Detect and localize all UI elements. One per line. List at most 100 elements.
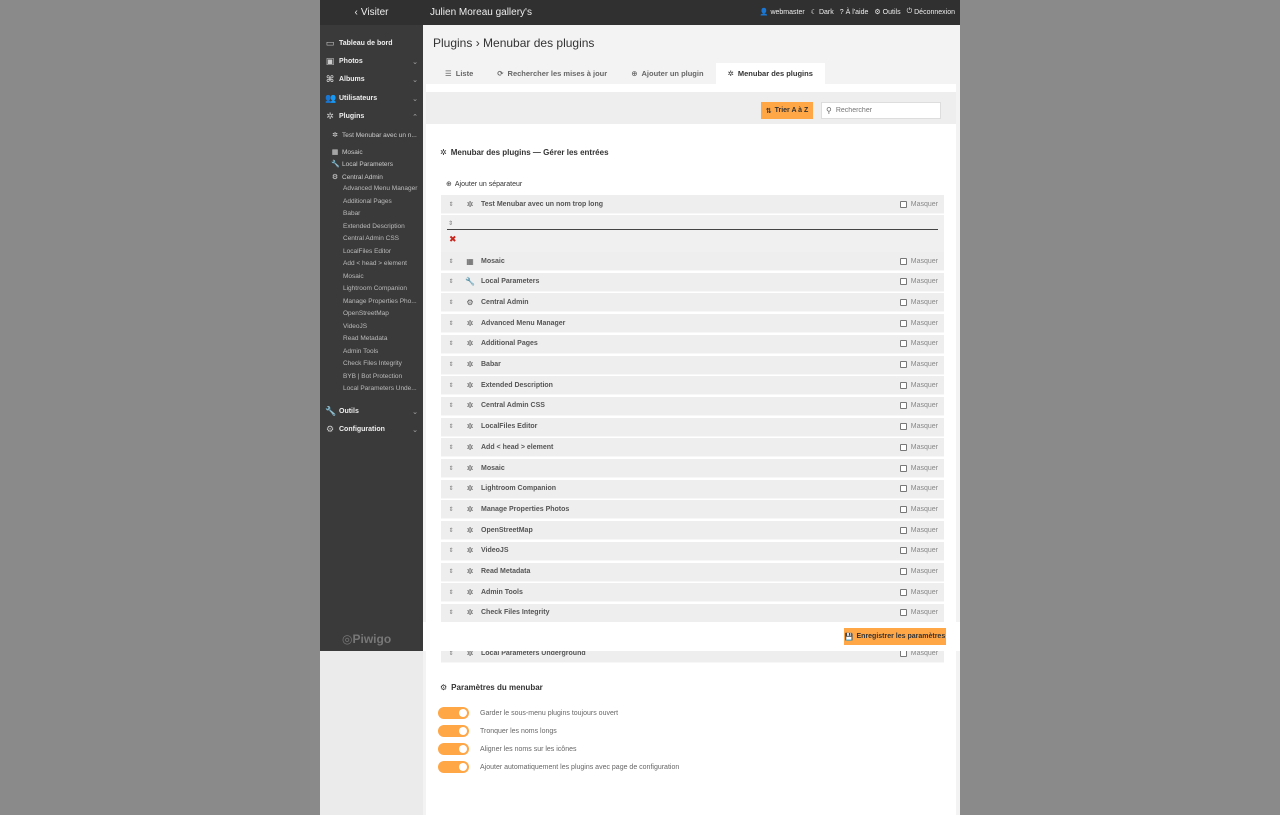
entry-row[interactable]: ⇕ ✲ Admin Tools Masquer [441, 583, 944, 603]
entry-row[interactable]: ⇕ ✲ Advanced Menu Manager Masquer [441, 314, 944, 334]
entry-row[interactable]: ⇕ ✲ Central Admin CSS Masquer [441, 396, 944, 416]
entry-row[interactable]: ⇕ ✲ Manage Properties Photos Masquer [441, 500, 944, 520]
help-link[interactable]: ? À l'aide [840, 8, 869, 16]
toggle-switch[interactable] [438, 761, 469, 773]
mask-checkbox[interactable] [899, 588, 907, 596]
drag-handle-icon[interactable]: ⇕ [441, 201, 461, 208]
drag-handle-icon[interactable]: ⇕ [441, 444, 461, 451]
drag-handle-icon[interactable]: ⇕ [441, 485, 461, 492]
tab-add-plugin[interactable]: ⊕ Ajouter un plugin [619, 63, 715, 84]
sidebar-sub-item[interactable]: OpenStreetMap [343, 310, 389, 317]
sidebar-sub-item[interactable]: Additional Pages [343, 198, 392, 205]
sidebar-plugin-item[interactable]: ⚙ Central Admin [331, 173, 383, 182]
sidebar-plugin-item[interactable]: ▦ Mosaic [331, 148, 363, 157]
mask-checkbox[interactable] [899, 423, 907, 431]
logout-link[interactable]: ⏻ Déconnexion [907, 8, 955, 16]
drag-handle-icon[interactable]: ⇕ [441, 547, 461, 554]
entry-row[interactable]: ⇕ ✲ Mosaic Masquer [441, 459, 944, 478]
mask-checkbox[interactable] [899, 257, 907, 265]
tab-updates[interactable]: ⟳ Rechercher les mises à jour [485, 63, 619, 84]
tab-menubar[interactable]: ✲ Menubar des plugins [715, 63, 825, 84]
toggle-switch[interactable] [438, 725, 469, 737]
mask-checkbox[interactable] [899, 526, 907, 534]
sidebar-sub-item[interactable]: Local Parameters Unde... [343, 385, 417, 392]
mask-checkbox[interactable] [899, 547, 907, 555]
delete-icon[interactable]: ✖ [449, 234, 457, 245]
drag-handle-icon[interactable]: ⇕ [441, 361, 461, 368]
sidebar-sub-item[interactable]: Add < head > element [343, 260, 407, 267]
sidebar-sub-item[interactable]: Advanced Menu Manager [343, 185, 417, 192]
entry-row[interactable]: ⇕ ✲ Lightroom Companion Masquer [441, 479, 944, 499]
toggle-switch[interactable] [438, 707, 469, 719]
entry-row[interactable]: ⇕ ✲ VideoJS Masquer [441, 541, 944, 561]
mask-checkbox[interactable] [899, 609, 907, 617]
sidebar-item-tools[interactable]: 🔧 Outils ⌄ [325, 406, 418, 417]
entry-row[interactable]: ⇕ ✲ LocalFiles Editor Masquer [441, 417, 944, 437]
drag-handle-icon[interactable]: ⇕ [441, 609, 461, 616]
sidebar-item-configuration[interactable]: ⚙ Configuration ⌄ [325, 424, 418, 435]
mask-checkbox[interactable] [899, 298, 907, 306]
drag-handle-icon[interactable]: ⇕ [441, 382, 461, 389]
dark-toggle[interactable]: ☾ Dark [811, 8, 834, 17]
sidebar-sub-item[interactable]: Lightroom Companion [343, 285, 407, 292]
drag-handle-icon[interactable]: ⇕ [441, 589, 461, 596]
mask-checkbox[interactable] [899, 464, 907, 472]
sidebar-item-users[interactable]: 👥 Utilisateurs ⌄ [325, 93, 418, 104]
entry-row[interactable]: ⇕ ▦ Mosaic Masquer [441, 252, 944, 271]
mask-checkbox[interactable] [899, 319, 907, 327]
drag-handle-icon[interactable]: ⇕ [441, 465, 461, 472]
entry-row[interactable]: ⇕ ✲ Additional Pages Masquer [441, 334, 944, 354]
drag-handle-icon[interactable]: ⇕ [441, 402, 461, 409]
drag-handle-icon[interactable]: ⇕ [441, 299, 461, 306]
sidebar-item-photos[interactable]: ▣ Photos ⌄ [325, 56, 418, 67]
drag-handle-icon[interactable]: ⇕ [441, 320, 461, 327]
sidebar-plugin-item[interactable]: 🔧 Local Parameters [331, 160, 393, 169]
entry-row[interactable]: ⇕ ✲ Add < head > element Masquer [441, 438, 944, 458]
entry-row[interactable]: ⇕ ✲ Test Menubar avec un nom trop long Masq… [441, 195, 944, 214]
tools-link[interactable]: ⚙ Outils [874, 8, 900, 17]
mask-checkbox[interactable] [899, 443, 907, 451]
sidebar-sub-item[interactable]: Mosaic [343, 273, 364, 280]
sidebar-sub-item[interactable]: Admin Tools [343, 348, 378, 355]
drag-handle-icon[interactable]: ⇕ [441, 568, 461, 575]
mask-checkbox[interactable] [899, 340, 907, 348]
drag-handle-icon[interactable]: ⇕ [441, 278, 461, 285]
toggle-switch[interactable] [438, 743, 469, 755]
drag-handle-icon[interactable]: ⇕ [448, 220, 453, 227]
sidebar-sub-item[interactable]: Babar [343, 210, 360, 217]
save-button[interactable]: 💾 Enregistrer les paramètres [844, 628, 946, 645]
sidebar-item-plugins[interactable]: ✲ Plugins ⌃ [325, 111, 418, 122]
visit-link[interactable]: ‹ Visiter [320, 0, 423, 25]
add-separator-link[interactable]: ⊕ Ajouter un séparateur [446, 180, 522, 189]
sidebar-sub-item[interactable]: Read Metadata [343, 335, 387, 342]
sidebar-sub-item[interactable]: BYB | Bot Protection [343, 373, 402, 380]
drag-handle-icon[interactable]: ⇕ [441, 506, 461, 513]
drag-handle-icon[interactable]: ⇕ [441, 258, 461, 265]
sort-az-button[interactable]: ⇅ Trier A à Z [761, 102, 813, 119]
entry-row[interactable]: ⇕ ✲ OpenStreetMap Masquer [441, 521, 944, 541]
separator-entry[interactable]: ⇕ ✖ [441, 215, 944, 253]
sidebar-plugin-item[interactable]: ✲ Test Menubar avec un n... [331, 131, 417, 140]
sidebar-sub-item[interactable]: Extended Description [343, 223, 405, 230]
entry-row[interactable]: ⇕ ✲ Babar Masquer [441, 355, 944, 375]
sidebar-sub-item[interactable]: Central Admin CSS [343, 235, 399, 242]
drag-handle-icon[interactable]: ⇕ [441, 340, 461, 347]
mask-checkbox[interactable] [899, 402, 907, 410]
mask-checkbox[interactable] [899, 361, 907, 368]
sidebar-item-albums[interactable]: ⌘ Albums ⌄ [325, 74, 418, 85]
drag-handle-icon[interactable]: ⇕ [441, 423, 461, 430]
mask-checkbox[interactable] [899, 278, 907, 286]
entry-row[interactable]: ⇕ 🔧 Local Parameters Masquer [441, 272, 944, 292]
sidebar-sub-item[interactable]: LocalFiles Editor [343, 248, 391, 255]
entry-row[interactable]: ⇕ ✲ Extended Description Masquer [441, 376, 944, 396]
sidebar-sub-item[interactable]: Check Files Integrity [343, 360, 402, 367]
tab-list[interactable]: ☰ Liste [433, 63, 485, 84]
entry-row[interactable]: ⇕ ✲ Read Metadata Masquer [441, 562, 944, 582]
mask-checkbox[interactable] [899, 381, 907, 389]
sidebar-sub-item[interactable]: Manage Properties Pho... [343, 298, 417, 305]
mask-checkbox[interactable] [899, 568, 907, 575]
mask-checkbox[interactable] [899, 485, 907, 493]
drag-handle-icon[interactable]: ⇕ [441, 527, 461, 534]
entry-row[interactable]: ⇕ ⚙ Central Admin Masquer [441, 293, 944, 313]
sidebar-item-dashboard[interactable]: ▭ Tableau de bord [325, 38, 418, 49]
